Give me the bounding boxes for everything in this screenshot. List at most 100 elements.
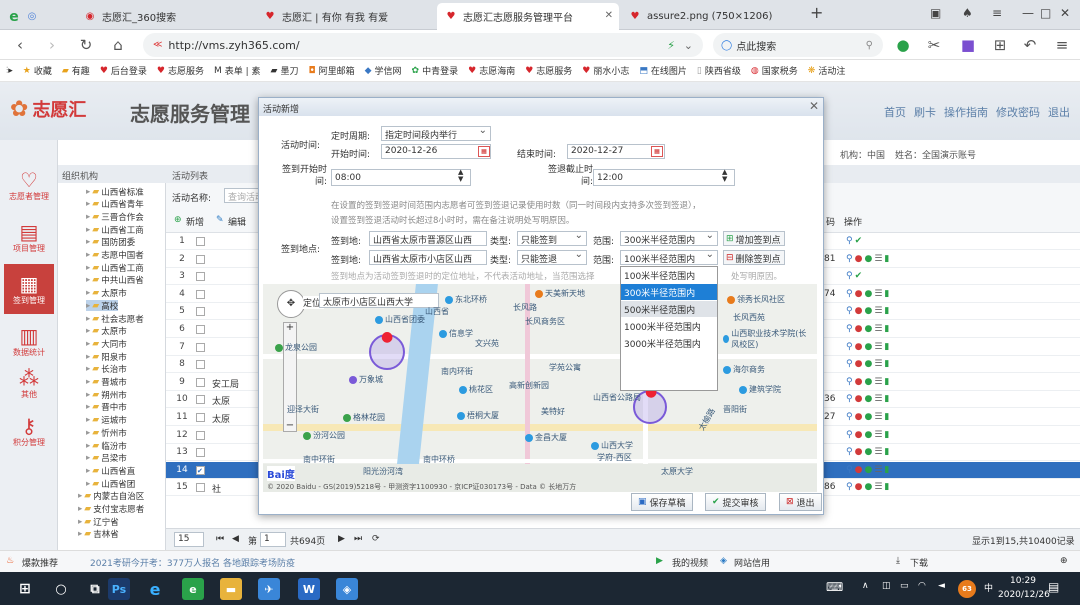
refresh-icon[interactable]: ●	[864, 254, 872, 264]
ime-icon[interactable]: 中	[984, 581, 993, 594]
row-checkbox[interactable]	[196, 325, 205, 334]
feather-icon[interactable]: ✈	[258, 578, 280, 600]
tray-app-icon[interactable]: 63	[958, 580, 976, 598]
clock-time[interactable]: 10:29	[1010, 576, 1036, 586]
address-field-1[interactable]: 山西省太原市晋源区山西	[369, 231, 487, 246]
refresh-icon[interactable]: ●	[864, 465, 872, 475]
list-icon[interactable]: ☰	[874, 306, 882, 316]
tab-platform[interactable]: ♥ 志愿汇志愿服务管理平台 ✕	[437, 3, 619, 30]
chevron-up-icon[interactable]: ∧	[862, 581, 869, 591]
tree-item[interactable]: ▸ ▰ 社会志愿者	[86, 313, 144, 325]
location-pin-icon[interactable]: ●	[381, 329, 393, 345]
news-ticker[interactable]: 2021考研今开考：377万人报名 各地跟踪考场防疫	[90, 556, 295, 569]
bookmark-item[interactable]: ★ 收藏	[23, 64, 52, 78]
top-link[interactable]: 刷卡	[914, 104, 936, 120]
my-video-link[interactable]: 我的视频	[672, 556, 708, 569]
top-link[interactable]: 操作指南	[944, 104, 988, 120]
bookmark-item[interactable]: ▰ 有趣	[62, 64, 90, 78]
list-icon[interactable]: ☰	[874, 254, 882, 264]
view-icon[interactable]: ⚲	[846, 377, 853, 387]
add-icon[interactable]: ⊕	[174, 215, 182, 225]
status-left[interactable]: 爆款推荐	[22, 556, 58, 569]
row-checkbox[interactable]	[196, 289, 205, 299]
list-icon[interactable]: ☰	[874, 289, 882, 299]
row-checkbox[interactable]	[196, 254, 205, 264]
delete-icon[interactable]: ●	[855, 324, 863, 334]
view-icon[interactable]: ⚲	[846, 289, 853, 299]
browser-360-icon[interactable]: e	[182, 578, 204, 600]
top-link[interactable]: 首页	[884, 104, 906, 120]
tree-item[interactable]: ▸ ▰ 中共山西省	[86, 275, 144, 286]
submit-button[interactable]: ✔ 提交审核	[705, 493, 766, 511]
tree-item[interactable]: ▸ ▰ 长治市	[86, 364, 127, 375]
tree-item[interactable]: ▸ ▰ 太原市	[86, 326, 127, 337]
expand-icon[interactable]: ▸	[78, 504, 82, 514]
refresh-icon[interactable]: ●	[864, 394, 872, 404]
row-checkbox[interactable]	[196, 377, 205, 387]
sidebar-toggle-icon[interactable]: ⫶▸	[6, 66, 13, 76]
bookmark-item[interactable]: M 表单 | 素	[214, 64, 261, 78]
delete-icon[interactable]: ●	[855, 465, 863, 475]
edit-button[interactable]: 编辑	[228, 215, 246, 228]
reload-icon[interactable]: ↻	[76, 35, 96, 55]
delete-icon[interactable]: ●	[855, 430, 863, 440]
view-icon[interactable]: ⚲	[846, 430, 853, 440]
bookmark-item[interactable]: ♥ 志愿服务	[157, 64, 204, 78]
expand-icon[interactable]: ▸	[86, 288, 90, 298]
close-window-icon[interactable]: ✕	[1060, 6, 1070, 20]
undo-icon[interactable]: ↶	[1020, 35, 1040, 55]
word-icon[interactable]: W	[298, 578, 320, 600]
checkin-start-field[interactable]: 08:00	[331, 169, 471, 186]
clock-date[interactable]: 2020/12/26	[998, 590, 1050, 600]
more-icon[interactable]: ≡	[1052, 35, 1072, 55]
expand-icon[interactable]: ▸	[86, 225, 90, 235]
add-button[interactable]: 新增	[186, 215, 204, 228]
calendar-icon[interactable]: ▦	[478, 146, 490, 157]
range-dropdown[interactable]: 100米半径范围内 300米半径范围内 500米半径范围内 1000米半径范围内…	[620, 266, 718, 391]
chart-icon[interactable]: ▮	[884, 359, 889, 369]
tree-item[interactable]: ▸ ▰ 山西省直	[86, 465, 135, 477]
row-checkbox[interactable]	[196, 307, 205, 317]
expand-icon[interactable]: ▸	[86, 415, 90, 425]
tree-item[interactable]: ▸ ▰ 吕梁市	[86, 453, 127, 464]
delete-icon[interactable]: ●	[855, 306, 863, 316]
browser-logo-icon[interactable]: e ◎	[0, 3, 60, 30]
expand-icon[interactable]: ▸	[86, 237, 90, 247]
minimize-icon[interactable]: —	[1022, 6, 1034, 20]
bookmark-item[interactable]: ◆ 学信网	[365, 64, 402, 78]
refresh-icon[interactable]: ●	[864, 324, 872, 334]
delete-point-button[interactable]: ⊟ 删除签到点	[723, 250, 785, 265]
back-icon[interactable]: ‹	[10, 35, 30, 55]
tree-item[interactable]: ▸ ▰ 忻州市	[86, 427, 127, 439]
first-page-icon[interactable]: ⏮	[216, 534, 224, 544]
expand-icon[interactable]: ▸	[86, 187, 90, 197]
zoom-out-icon[interactable]: −	[283, 420, 297, 432]
expand-icon[interactable]: ▸	[86, 377, 90, 387]
expand-icon[interactable]: ▸	[86, 453, 90, 463]
view-icon[interactable]: ⚲	[846, 482, 853, 492]
tree-item[interactable]: ▸ ▰ 辽宁省	[78, 516, 119, 528]
photoshop-icon[interactable]: Ps	[108, 578, 130, 600]
wifi-icon[interactable]: ◠	[918, 581, 926, 591]
rail-volunteer[interactable]: ♡ 志愿者管理	[4, 160, 54, 210]
tree-item[interactable]: ▸ ▰ 晋中市	[86, 402, 127, 413]
tree-item[interactable]: ▸ ▰ 内蒙古自治区	[78, 491, 144, 502]
tab-count-icon[interactable]: ▣	[930, 6, 941, 20]
checkin-end-field[interactable]: 12:00	[593, 169, 735, 186]
tree-item[interactable]: ▸ ▰ 晋城市	[86, 377, 127, 388]
tree-item[interactable]: ▸ ▰ 山西省工商	[86, 262, 144, 274]
tree-item[interactable]: ▸ ▰ 运城市	[86, 415, 127, 426]
type-select-1[interactable]: 只能签到	[517, 231, 587, 246]
chart-icon[interactable]: ▮	[884, 482, 889, 492]
delete-icon[interactable]: ●	[855, 342, 863, 352]
bookmark-item[interactable]: ◍ 国家税务	[751, 64, 798, 78]
refresh-icon[interactable]: ●	[864, 447, 872, 457]
view-icon[interactable]: ⚲	[846, 306, 853, 316]
page-size-select[interactable]: 15	[174, 532, 204, 547]
chevron-down-icon[interactable]: ⌄	[684, 39, 693, 52]
refresh-icon[interactable]: ●	[864, 306, 872, 316]
expand-icon[interactable]: ▸	[86, 275, 90, 285]
refresh-icon[interactable]: ●	[864, 359, 872, 369]
translate-icon[interactable]: ■	[958, 35, 978, 55]
calendar-icon[interactable]: ▦	[651, 146, 663, 157]
